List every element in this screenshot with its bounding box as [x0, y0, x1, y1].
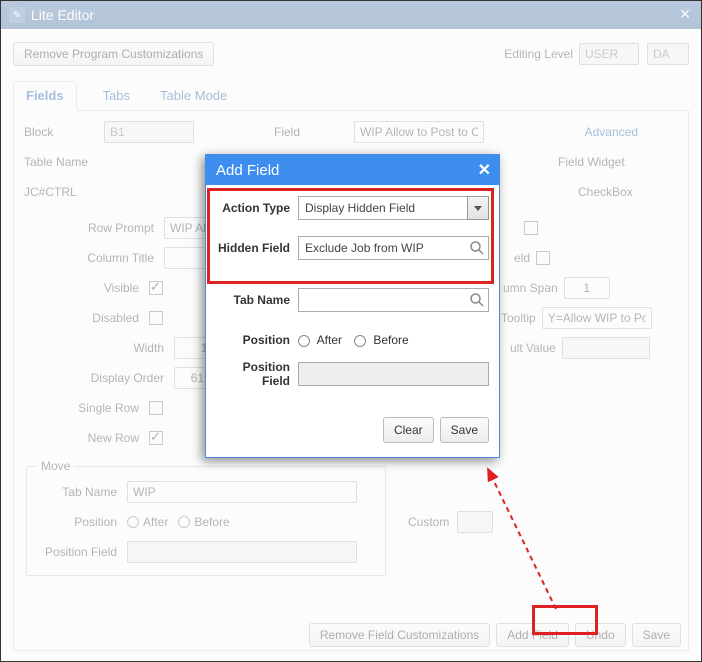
remove-program-customizations-button[interactable]: Remove Program Customizations: [13, 42, 214, 66]
action-type-select[interactable]: Display Hidden Field: [298, 196, 467, 220]
modal-clear-button[interactable]: Clear: [383, 417, 434, 443]
custom-label: Custom: [408, 515, 449, 529]
add-field-dialog: Add Field ✕ Action Type Display Hidden F…: [205, 154, 500, 458]
column-title-label: Column Title: [24, 251, 164, 265]
move-before-radio[interactable]: [178, 516, 190, 528]
move-position-field-input: [127, 541, 357, 563]
save-button[interactable]: Save: [632, 623, 681, 647]
custom-input: [457, 511, 493, 533]
default-value-label: ult Value: [510, 341, 556, 355]
move-after-label: After: [143, 515, 168, 529]
field-widget-label: Field Widget: [558, 155, 678, 169]
dialog-titlebar: Add Field ✕: [206, 155, 499, 185]
tab-fields[interactable]: Fields: [13, 81, 77, 111]
modal-after-label: After: [317, 333, 342, 347]
width-label: Width: [24, 341, 174, 355]
tooltip-label: Tooltip: [501, 311, 536, 325]
display-order-label: Display Order: [24, 371, 174, 385]
column-span-input[interactable]: [564, 277, 610, 299]
action-type-dropdown-button[interactable]: [467, 196, 489, 220]
editing-org-value: [647, 43, 689, 65]
visible-checkbox[interactable]: [149, 281, 163, 295]
move-fieldset: Move Tab Name Position After Before: [26, 459, 386, 576]
add-field-button[interactable]: Add Field: [496, 623, 569, 647]
hidden-field-label: Hidden Field: [216, 241, 298, 255]
hidden-field-input[interactable]: [298, 236, 489, 260]
action-type-value: Display Hidden Field: [305, 201, 415, 215]
visible-label: Visible: [24, 281, 149, 295]
modal-tabname-input[interactable]: [298, 288, 489, 312]
single-row-label: Single Row: [24, 401, 149, 415]
disabled-checkbox[interactable]: [149, 311, 163, 325]
remove-field-customizations-button[interactable]: Remove Field Customizations: [309, 623, 490, 647]
editing-level-value: [579, 43, 639, 65]
column-span-label: umn Span: [503, 281, 558, 295]
table-name-label: Table Name: [24, 155, 104, 169]
modal-save-button[interactable]: Save: [440, 417, 489, 443]
new-row-label: New Row: [24, 431, 149, 445]
modal-position-field-label: Position Field: [216, 360, 298, 388]
move-before-label: Before: [194, 515, 229, 529]
eld-label: eld: [514, 251, 530, 265]
eld-checkbox[interactable]: [536, 251, 550, 265]
single-row-checkbox[interactable]: [149, 401, 163, 415]
modal-before-label: Before: [373, 333, 408, 347]
modal-before-radio[interactable]: [354, 335, 366, 347]
move-after-radio[interactable]: [127, 516, 139, 528]
disabled-label: Disabled: [24, 311, 149, 325]
window-close-button[interactable]: ×: [675, 5, 695, 25]
move-legend: Move: [37, 459, 74, 473]
action-type-label: Action Type: [216, 201, 298, 215]
block-value: [104, 121, 194, 143]
field-label: Field: [274, 125, 354, 139]
row-prompt-label: Row Prompt: [24, 221, 164, 235]
move-position-label: Position: [37, 515, 127, 529]
search-icon[interactable]: [469, 292, 485, 308]
search-icon[interactable]: [469, 240, 485, 256]
dialog-close-button[interactable]: ✕: [478, 160, 491, 180]
modal-after-radio[interactable]: [298, 335, 310, 347]
move-tabname-input[interactable]: [127, 481, 357, 503]
undo-button[interactable]: Undo: [575, 623, 626, 647]
field-input[interactable]: [354, 121, 484, 143]
block-label: Block: [24, 125, 104, 139]
window-titlebar: ✎ Lite Editor ×: [1, 1, 701, 29]
table-name-value: JC#CTRL: [24, 185, 104, 199]
field-widget-value: CheckBox: [558, 185, 678, 199]
chevron-down-icon: [474, 206, 482, 211]
app-icon: ✎: [9, 7, 25, 23]
move-tabname-label: Tab Name: [37, 485, 127, 499]
modal-tabname-label: Tab Name: [216, 293, 298, 307]
default-value-input: [562, 337, 650, 359]
tab-tabs[interactable]: Tabs: [99, 82, 134, 110]
new-row-checkbox[interactable]: [149, 431, 163, 445]
move-position-field-label: Position Field: [37, 545, 127, 559]
modal-position-label: Position: [216, 333, 298, 347]
tab-bar: Fields Tabs Table Mode: [13, 83, 689, 111]
dialog-title: Add Field: [216, 162, 279, 179]
tooltip-input[interactable]: [542, 307, 652, 329]
field-checkbox[interactable]: [524, 221, 538, 235]
window-title: Lite Editor: [31, 7, 94, 23]
tab-table-mode[interactable]: Table Mode: [156, 82, 231, 110]
editing-level-label: Editing Level: [504, 47, 573, 61]
modal-position-field-input: [298, 362, 489, 386]
advanced-link[interactable]: Advanced: [585, 125, 638, 139]
